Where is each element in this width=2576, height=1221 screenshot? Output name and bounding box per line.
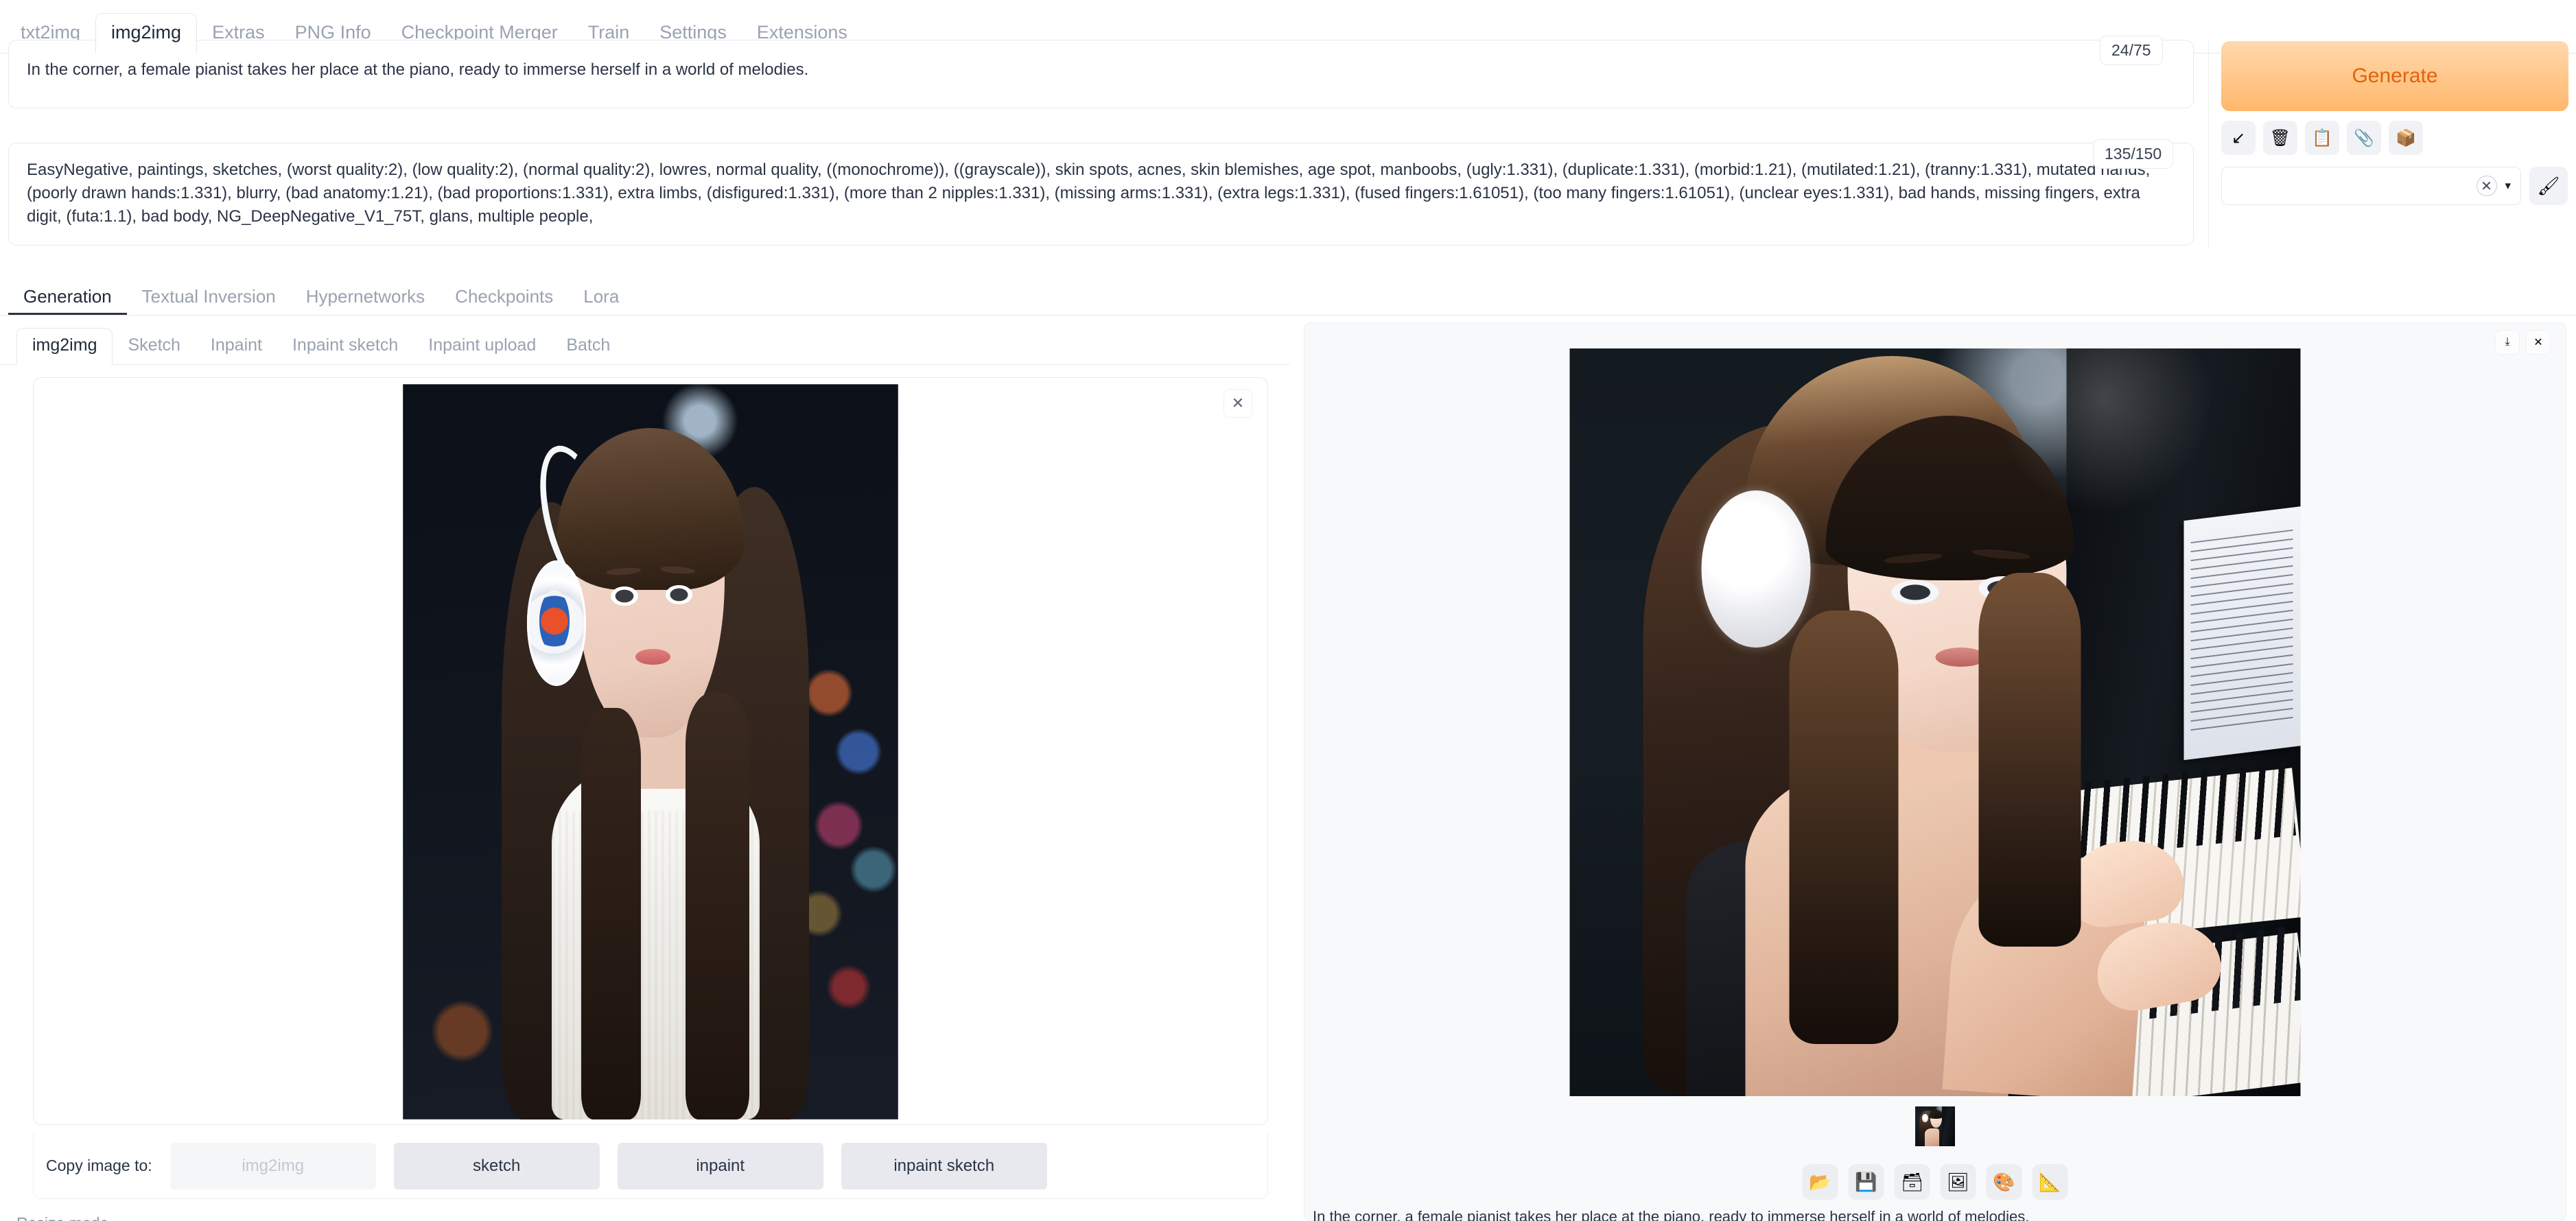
output-caption: In the corner, a female pianist takes he… xyxy=(1313,1208,2548,1221)
output-thumbnail-strip xyxy=(1915,1106,1955,1146)
download-icon[interactable]: ⤓ xyxy=(2495,330,2520,355)
output-action-row: 📂 💾 🗃 🖼 🎨 📐 xyxy=(1803,1164,2068,1200)
tab-mode-inpaint-upload[interactable]: Inpaint upload xyxy=(413,329,551,364)
styles-dropdown[interactable]: ✕ ▾ xyxy=(2221,167,2521,205)
tab-lora[interactable]: Lora xyxy=(568,281,634,315)
generate-button[interactable]: Generate xyxy=(2221,41,2568,111)
styles-row: ✕ ▾ 🖌 xyxy=(2221,167,2568,205)
negative-prompt-textarea[interactable]: EasyNegative, paintings, sketches, (wors… xyxy=(8,143,2194,246)
clipboard-icon[interactable]: 📋 xyxy=(2305,121,2339,155)
generation-tab-bar: Generation Textual Inversion Hypernetwor… xyxy=(0,274,2576,316)
paperclip-icon[interactable]: 📎 xyxy=(2347,121,2381,155)
output-thumbnail-0[interactable] xyxy=(1915,1106,1955,1146)
tab-mode-sketch[interactable]: Sketch xyxy=(113,329,195,364)
output-gallery-panel: ⤓ ✕ xyxy=(1304,322,2566,1221)
negative-prompt-token-counter: 135/150 xyxy=(2093,139,2173,169)
tab-mode-inpaint[interactable]: Inpaint xyxy=(196,329,277,364)
copy-image-to-row: Copy image to: img2img sketch inpaint in… xyxy=(33,1133,1268,1199)
generate-controls: Generate ↙ 🗑 📋 📎 📦 ✕ ▾ 🖌 xyxy=(2208,41,2568,247)
save-icon[interactable]: 💾 xyxy=(1849,1164,1884,1200)
tab-mode-img2img[interactable]: img2img xyxy=(16,328,113,365)
trash-icon[interactable]: 🗑 xyxy=(2263,121,2297,155)
chevron-down-icon[interactable]: ▾ xyxy=(2505,179,2511,193)
tab-checkpoints[interactable]: Checkpoints xyxy=(440,281,568,315)
output-image[interactable] xyxy=(1570,348,2301,1096)
prompt-text: In the corner, a female pianist takes he… xyxy=(9,40,2193,82)
send-to-extras-icon[interactable]: 📐 xyxy=(2033,1164,2068,1200)
remove-input-image-icon[interactable]: ✕ xyxy=(1223,389,1252,418)
prompt-textarea[interactable]: In the corner, a female pianist takes he… xyxy=(8,40,2194,108)
send-to-img2img-icon[interactable]: 🖼 xyxy=(1941,1164,1976,1200)
open-folder-icon[interactable]: 📂 xyxy=(1803,1164,1838,1200)
copy-to-sketch-button[interactable]: sketch xyxy=(394,1143,600,1189)
input-image-dropzone[interactable]: ✕ xyxy=(33,377,1268,1125)
tab-hypernetworks[interactable]: Hypernetworks xyxy=(291,281,440,315)
output-header-icons: ⤓ ✕ xyxy=(2495,330,2551,355)
apply-style-brush-icon[interactable]: 🖌 xyxy=(2529,167,2568,205)
copy-to-inpaint-button[interactable]: inpaint xyxy=(618,1143,823,1189)
send-to-inpaint-icon[interactable]: 🎨 xyxy=(1987,1164,2022,1200)
close-icon[interactable]: ✕ xyxy=(2526,330,2551,355)
copy-to-inpaint-sketch-button[interactable]: inpaint sketch xyxy=(841,1143,1047,1189)
paste-arrow-icon[interactable]: ↙ xyxy=(2221,121,2256,155)
tab-img2img[interactable]: img2img xyxy=(95,13,197,54)
img2img-mode-tab-bar: img2img Sketch Inpaint Inpaint sketch In… xyxy=(0,322,1290,365)
copy-to-img2img-button[interactable]: img2img xyxy=(170,1143,376,1189)
tab-textual-inversion[interactable]: Textual Inversion xyxy=(127,281,291,315)
package-icon[interactable]: 📦 xyxy=(2389,121,2423,155)
copy-image-to-label: Copy image to: xyxy=(46,1157,152,1175)
clear-styles-icon[interactable]: ✕ xyxy=(2477,176,2497,196)
resize-mode-label: Resize mode xyxy=(16,1214,1290,1221)
tab-mode-batch[interactable]: Batch xyxy=(551,329,625,364)
prompt-tool-row: ↙ 🗑 📋 📎 📦 xyxy=(2221,121,2568,155)
prompt-token-counter: 24/75 xyxy=(2100,36,2163,65)
tab-generation[interactable]: Generation xyxy=(8,281,127,315)
tab-mode-inpaint-sketch[interactable]: Inpaint sketch xyxy=(277,329,413,364)
input-image[interactable] xyxy=(403,384,898,1119)
save-zip-icon[interactable]: 🗃 xyxy=(1895,1164,1930,1200)
img2img-left-panel: img2img Sketch Inpaint Inpaint sketch In… xyxy=(0,322,1290,1221)
negative-prompt-text: EasyNegative, paintings, sketches, (wors… xyxy=(9,143,2193,228)
